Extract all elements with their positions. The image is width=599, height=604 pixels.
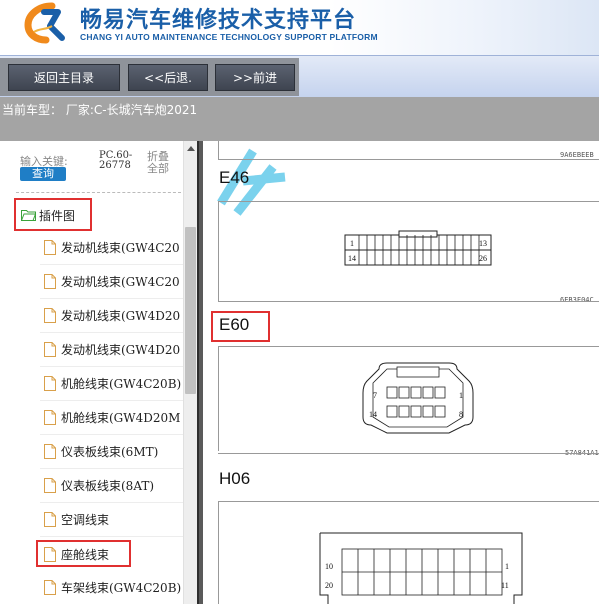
home-button[interactable]: 返回主目录: [8, 64, 120, 91]
tree-item-label: 机舱线束(GW4D20M: [61, 411, 181, 425]
tree-item[interactable]: 发动机线束(GW4C20: [40, 231, 183, 265]
forward-button[interactable]: >>前进: [215, 64, 295, 91]
section-border: [218, 501, 599, 502]
pin-label: 14: [348, 254, 356, 263]
document-icon: [44, 308, 56, 323]
document-icon: [44, 274, 56, 289]
section-border: [218, 501, 219, 604]
toolbar: 返回主目录 <<后退. >>前进: [0, 55, 599, 97]
document-icon: [44, 342, 56, 357]
tree-item-label: 发动机线束(GW4C20: [61, 275, 180, 289]
app-title: 畅易汽车维修技术支持平台: [80, 8, 357, 33]
connector-label: H06: [219, 469, 251, 488]
document-icon: [44, 376, 56, 391]
cy-logo-icon: [24, 2, 65, 44]
diagram-code: 9A6EBEEB: [560, 151, 594, 159]
tree-item-selected[interactable]: 座舱线束: [36, 540, 131, 567]
section-border: [218, 301, 599, 302]
catalog-panel: 输入关键: 查询 PC.60- 26778 折叠 全部 插件图 发动机线束(GW…: [0, 141, 197, 604]
pin-label: 11: [501, 581, 509, 590]
pin-label: 14: [369, 410, 377, 419]
collapse-all-line2: 全部: [147, 162, 169, 175]
pin-label: 1: [459, 391, 463, 400]
pin-label: 10: [325, 562, 333, 571]
section-border: [218, 346, 599, 347]
tree-item-label: 座舱线束: [61, 548, 110, 562]
pin-label: 20: [325, 581, 333, 590]
tree-item[interactable]: 机舱线束(GW4D20M: [40, 401, 183, 435]
pin-label: 1: [505, 562, 509, 571]
open-folder-icon: [21, 210, 36, 221]
diagram-code: 6EB3F04C: [560, 296, 594, 304]
tree-item[interactable]: 仪表板线束(8AT): [40, 469, 183, 503]
tree-item-label: 发动机线束(GW4C20: [61, 241, 180, 255]
pin-label: 13: [479, 239, 487, 248]
document-icon: [44, 478, 56, 493]
document-icon: [44, 240, 56, 255]
tree-item[interactable]: 发动机线束(GW4C20: [40, 265, 183, 299]
connector-h06-drawing: [319, 532, 523, 604]
collapse-all-link[interactable]: 折叠 全部: [147, 151, 173, 175]
tree-item[interactable]: 机舱线束(GW4C20B): [40, 367, 183, 401]
tree-item-label: 空调线束: [61, 513, 110, 527]
section-border: [218, 159, 599, 160]
catalog-scrollbar[interactable]: [183, 141, 197, 604]
tree-item[interactable]: 空调线束: [40, 503, 183, 537]
divider: [16, 192, 181, 193]
tree-item-label: 机舱线束(GW4C20B): [61, 377, 182, 391]
document-icon: [44, 444, 56, 459]
query-button[interactable]: 查询: [20, 167, 66, 181]
section-border: [218, 346, 219, 451]
current-vehicle-bar: 当前车型： 厂家:C-长城汽车炮2021: [0, 97, 599, 141]
tree-item-label: 仪表板线束(8AT): [61, 479, 155, 493]
tree-item[interactable]: 车架线束(GW4C20B): [40, 571, 183, 604]
back-button[interactable]: <<后退.: [128, 64, 208, 91]
tree-item-label: 车架线束(GW4C20B): [61, 581, 182, 595]
pin-label: 26: [479, 254, 487, 263]
scroll-up-arrow-icon[interactable]: [187, 146, 195, 151]
current-vehicle-text: 当前车型： 厂家:C-长城汽车炮2021: [2, 103, 198, 117]
connector-diagram-view: 9A6EBEEB E46 1 14 13 26 6EB3F04C E60 7 1…: [203, 141, 599, 604]
app-header: 畅易汽车维修技术支持平台 CHANG YI AUTO MAINTENANCE T…: [0, 0, 599, 55]
tree-item[interactable]: 发动机线束(GW4D20: [40, 299, 183, 333]
toolbar-button-group: 返回主目录 <<后退. >>前进: [0, 58, 299, 96]
tree-item-label: 仪表板线束(6MT): [61, 445, 159, 459]
tree-item-label: 发动机线束(GW4D20: [61, 309, 181, 323]
scrollbar-thumb[interactable]: [185, 227, 196, 394]
tree-folder-connector-diagrams[interactable]: 插件图: [14, 198, 92, 231]
section-border: [218, 201, 599, 202]
document-icon: [44, 580, 56, 595]
pc-code: PC.60- 26778: [99, 151, 139, 171]
tree-item[interactable]: 发动机线束(GW4D20: [40, 333, 183, 367]
section-border: [218, 141, 219, 159]
connector-e46-drawing: [344, 230, 492, 266]
connector-label: E46: [219, 168, 250, 187]
pin-label: 1: [350, 239, 354, 248]
tree-folder-label: 插件图: [39, 209, 76, 223]
tree-item-label: 发动机线束(GW4D20: [61, 343, 181, 357]
document-icon: [44, 410, 56, 425]
section-border: [218, 453, 599, 454]
pin-label: 8: [459, 410, 463, 419]
tree-item[interactable]: 仪表板线束(6MT): [40, 435, 183, 469]
app-subtitle: CHANG YI AUTO MAINTENANCE TECHNOLOGY SUP…: [80, 32, 378, 42]
document-icon: [44, 547, 56, 562]
section-border: [218, 201, 219, 301]
document-icon: [44, 512, 56, 527]
pc-code-line2: 26778: [99, 160, 131, 171]
pin-label: 7: [373, 391, 377, 400]
connector-label-selected: E60: [219, 315, 250, 334]
